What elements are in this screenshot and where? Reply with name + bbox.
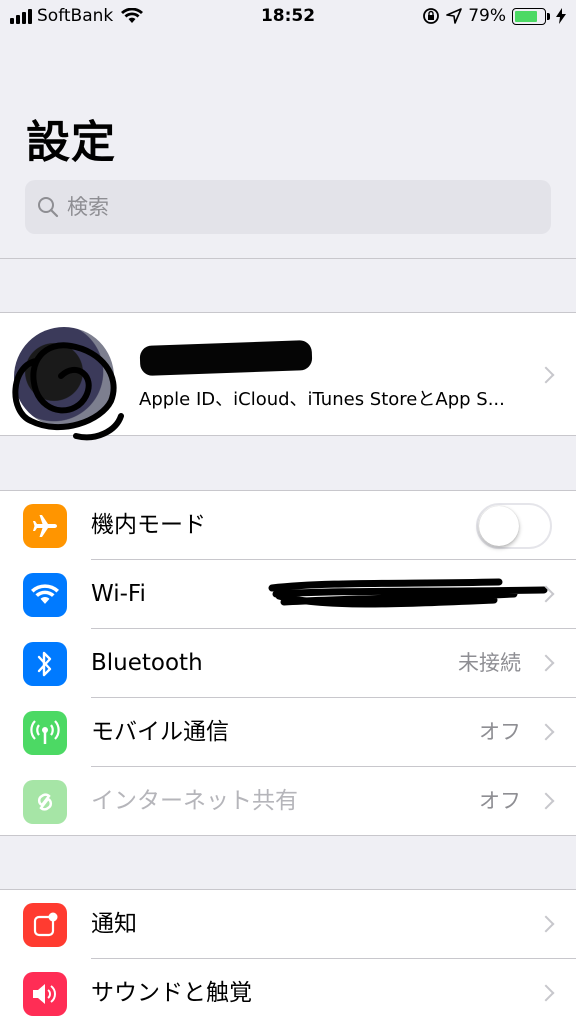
redacted-name xyxy=(139,340,313,376)
chevron-right-icon xyxy=(537,792,555,810)
row-value: オフ xyxy=(479,720,521,744)
battery-percent: 79% xyxy=(468,6,506,26)
cellular-icon xyxy=(23,711,67,755)
chevron-right-icon xyxy=(537,915,555,933)
chevron-right-icon xyxy=(537,984,555,1002)
divider xyxy=(0,258,576,259)
network-settings-group: 機内モード Wi-Fi Bluetooth 未接続 モバイル通信 オフ インター… xyxy=(0,490,576,836)
apple-id-subtitle: Apple ID、iCloud、iTunes StoreとApp S... xyxy=(139,389,505,410)
row-label: Wi-Fi xyxy=(91,581,146,607)
row-bluetooth[interactable]: Bluetooth 未接続 xyxy=(0,629,576,698)
row-label: インターネット共有 xyxy=(91,788,298,814)
location-icon xyxy=(446,8,463,24)
battery-icon xyxy=(512,7,550,25)
row-label: Bluetooth xyxy=(91,650,203,676)
notifications-icon xyxy=(23,903,67,947)
row-label: 機内モード xyxy=(91,512,206,538)
row-value: オフ xyxy=(479,789,521,813)
search-icon xyxy=(38,197,59,218)
sounds-icon xyxy=(23,972,67,1016)
search-bar[interactable] xyxy=(25,180,551,234)
redacted-network-name xyxy=(268,578,548,608)
avatar-scribble xyxy=(12,342,124,441)
chevron-right-icon xyxy=(537,723,555,741)
chevron-right-icon xyxy=(537,366,555,384)
row-mobile-data[interactable]: モバイル通信 オフ xyxy=(0,698,576,767)
hotspot-icon xyxy=(23,780,67,824)
rotation-lock-icon xyxy=(423,8,440,24)
row-airplane-mode[interactable]: 機内モード xyxy=(0,491,576,560)
row-label: 通知 xyxy=(91,911,137,937)
toggle-knob xyxy=(479,506,519,546)
apple-id-row[interactable]: Apple ID、iCloud、iTunes StoreとApp S... xyxy=(0,312,576,441)
page-title: 設定 xyxy=(26,117,116,168)
row-sounds[interactable]: サウンドと触覚 xyxy=(0,959,576,1024)
row-label: モバイル通信 xyxy=(91,719,229,745)
search-input[interactable] xyxy=(67,195,507,219)
chevron-right-icon xyxy=(537,654,555,672)
row-wifi[interactable]: Wi-Fi xyxy=(0,560,576,629)
row-label: サウンドと触覚 xyxy=(91,980,252,1006)
row-value: 未接続 xyxy=(458,651,521,675)
row-personal-hotspot[interactable]: インターネット共有 オフ xyxy=(0,767,576,836)
bluetooth-icon xyxy=(23,642,67,686)
status-bar: SoftBank 18:52 79% xyxy=(0,0,576,34)
airplane-mode-toggle[interactable] xyxy=(476,503,552,549)
wifi-icon xyxy=(23,573,67,617)
charging-icon xyxy=(556,8,566,24)
notifications-group: 通知 サウンドと触覚 xyxy=(0,889,576,1024)
airplane-icon xyxy=(23,504,67,548)
row-notifications[interactable]: 通知 xyxy=(0,890,576,959)
